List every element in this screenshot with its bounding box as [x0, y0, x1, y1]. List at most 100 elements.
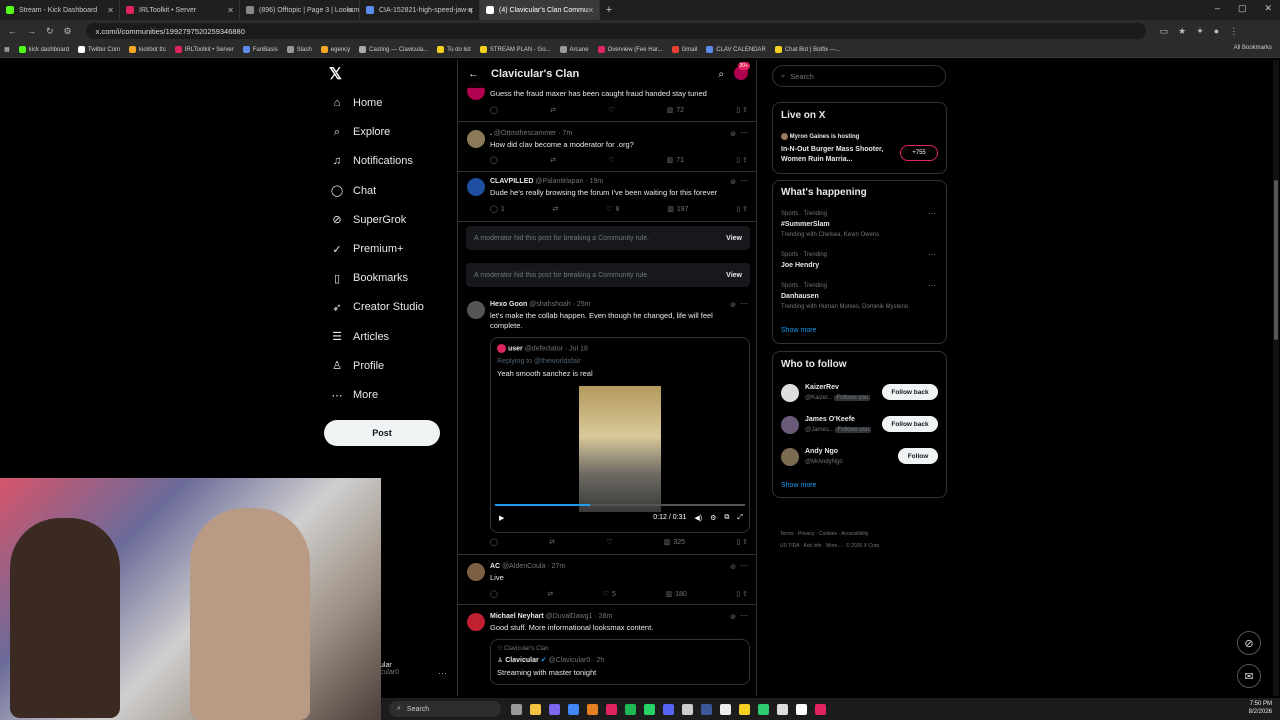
close-tab-icon[interactable]: ✕ — [107, 6, 114, 15]
nav-item-notifications[interactable]: ♫ Notifications — [330, 154, 413, 168]
forward-icon[interactable]: → — [27, 26, 36, 37]
maximize-icon[interactable]: ▢ — [1238, 3, 1247, 14]
nav-item-more[interactable]: ⋯ More — [330, 388, 379, 402]
grok-icon[interactable]: ⊘ — [1237, 631, 1261, 655]
quoted-tweet[interactable]: user @defectator · Jul 18 Replying to @t… — [490, 337, 750, 533]
avatar[interactable] — [467, 613, 485, 631]
account-switcher[interactable]: ular cular0 — [380, 662, 399, 676]
bookmark-item[interactable]: Arcane — [559, 46, 589, 53]
nav-item-chat[interactable]: ◯ Chat — [330, 184, 376, 198]
post-button[interactable]: Post — [324, 420, 440, 446]
close-window-icon[interactable]: ✕ — [1264, 3, 1272, 14]
avatar[interactable] — [467, 178, 485, 196]
avatar[interactable] — [467, 130, 485, 148]
app-icon[interactable] — [606, 703, 617, 715]
more-icon[interactable]: ⋯ — [740, 299, 748, 308]
fullscreen-icon[interactable]: ⤢ — [737, 514, 743, 522]
mute-icon[interactable]: ◀) — [694, 514, 702, 522]
tab-offtopic[interactable]: (896) Offtopic | Page 3 | Looksm ✕ — [240, 0, 360, 20]
discord-icon[interactable] — [663, 703, 674, 715]
views-icon[interactable]: ▥ 197 — [667, 205, 688, 214]
views-icon[interactable]: ▥ 72 — [667, 106, 684, 115]
site-info-icon[interactable]: ⚙ — [64, 26, 72, 37]
grok-icon[interactable]: ⊘ — [730, 301, 736, 309]
retweet-icon[interactable]: ⇄ — [550, 156, 556, 164]
system-clock[interactable]: 7:50 PM 8/2/2026 — [1249, 700, 1272, 716]
quoted-tweet[interactable]: ⚇ Clavicular's Clan ♟ Clavicular ✔ @Clav… — [490, 639, 750, 685]
reply-icon[interactable]: ◯ — [490, 156, 498, 164]
footer-links[interactable]: US TIDA · Ads info · More... · © 2026 X … — [780, 543, 881, 549]
bookmark-icon[interactable]: ▯ ⇪ — [736, 590, 748, 598]
grok-icon[interactable]: ⊘ — [730, 130, 736, 138]
grok-icon[interactable]: ⊘ — [730, 613, 736, 621]
grok-icon[interactable]: ⊘ — [730, 178, 736, 186]
retweet-icon[interactable]: ⇄ — [550, 106, 556, 114]
back-arrow-icon[interactable]: ← — [468, 68, 479, 80]
like-icon[interactable]: ♡ — [606, 538, 612, 546]
menu-icon[interactable]: ⋮ — [1229, 26, 1238, 37]
grok-icon[interactable]: ⊘ — [730, 563, 736, 571]
cast-icon[interactable]: ▭ — [1160, 26, 1169, 37]
bookmark-item[interactable]: Chat Bot | Botfix —... — [774, 46, 841, 53]
close-tab-icon[interactable]: ✕ — [227, 6, 234, 15]
bookmark-item[interactable]: kick dashboard — [18, 46, 69, 53]
views-icon[interactable]: ▥ 180 — [665, 590, 686, 599]
reply-icon[interactable]: ◯ 1 — [490, 205, 505, 214]
settings-icon[interactable]: ⚙ — [710, 514, 716, 522]
app-icon[interactable] — [720, 703, 731, 715]
scrollbar[interactable] — [1273, 60, 1279, 696]
nav-item-supergrok[interactable]: ⊘ SuperGrok — [330, 213, 406, 227]
bookmark-item[interactable]: Slash — [286, 46, 312, 53]
live-space-title[interactable]: In-N-Out Burger Mass Shooter, Women Ruin… — [781, 145, 891, 165]
account-more-icon[interactable]: ⋯ — [438, 668, 447, 679]
more-icon[interactable]: ⋯ — [928, 250, 936, 259]
app-icon[interactable] — [815, 703, 826, 715]
follow-back-button[interactable]: Follow back — [882, 416, 938, 432]
reply-icon[interactable]: ◯ — [490, 590, 498, 598]
more-icon[interactable]: ⋯ — [740, 176, 748, 185]
bookmark-item[interactable]: FanBasis — [242, 46, 278, 53]
tweet[interactable]: Hexo Goon @shahshoah · 25m ⊘ ⋯ let's mak… — [458, 293, 756, 555]
url-field[interactable]: x.com/i/communities/1992797520259346880 — [85, 23, 1146, 39]
avatar[interactable] — [781, 448, 799, 466]
retweet-icon[interactable]: ⇄ — [547, 590, 553, 598]
nav-item-articles[interactable]: ☰ Articles — [330, 330, 389, 344]
show-more-link[interactable]: Show more — [781, 482, 816, 489]
bookmark-item[interactable]: Overview (Fee Har... — [597, 46, 663, 53]
bookmark-item[interactable]: Gmail — [671, 46, 697, 53]
tweet[interactable]: AC @AldenCoula · 27m ⊘ ⋯ Live ◯ ⇄ ♡ 5 ▥ 180… — [458, 555, 756, 605]
live-listener-count[interactable]: +755 — [900, 145, 938, 161]
x-logo-icon[interactable]: 𝕏 — [329, 64, 342, 84]
close-tab-icon[interactable]: ✕ — [347, 6, 354, 15]
close-tab-icon[interactable]: ✕ — [587, 6, 594, 15]
tweet[interactable]: CLAVPILLED @Palantirlapan · 19m ⊘ ⋯ Dude… — [458, 172, 756, 222]
extensions-icon[interactable]: ✦ — [1196, 26, 1204, 37]
more-icon[interactable]: ⋯ — [928, 209, 936, 218]
more-icon[interactable]: ⋯ — [740, 611, 748, 620]
like-icon[interactable]: ♡ — [608, 156, 614, 164]
app-icon[interactable] — [777, 703, 788, 715]
app-icon[interactable] — [587, 703, 598, 715]
file-explorer-icon[interactable] — [530, 703, 541, 715]
avatar[interactable] — [467, 563, 485, 581]
app-icon[interactable] — [701, 703, 712, 715]
tab-irltoolkit[interactable]: IRLToolkit • Server ✕ — [120, 0, 240, 20]
tab-cia[interactable]: CIA-152821-high-speed-jaw-q ✕ — [360, 0, 480, 20]
nav-item-profile[interactable]: ♙ Profile — [330, 359, 384, 373]
footer-links[interactable]: Terms · Privacy · Cookies · Accessibilit… — [780, 531, 868, 537]
play-icon[interactable]: ▶ — [499, 514, 504, 522]
bookmark-item[interactable]: To do list — [437, 46, 471, 53]
avatar[interactable] — [781, 416, 799, 434]
bookmark-icon[interactable]: ▯ ⇪ — [736, 156, 748, 164]
views-icon[interactable]: ▥ 325 — [664, 538, 685, 547]
reply-icon[interactable]: ◯ — [490, 106, 498, 114]
spotify-icon[interactable] — [625, 703, 636, 715]
messages-icon[interactable]: ✉ — [1237, 664, 1261, 688]
new-tab-button[interactable]: + — [600, 4, 618, 16]
avatar[interactable] — [467, 301, 485, 319]
close-tab-icon[interactable]: ✕ — [467, 6, 474, 15]
tweet[interactable]: . @Ottosthescammer · 7m ⊘ ⋯ How did clav… — [458, 122, 756, 172]
view-hidden-button[interactable]: View — [726, 272, 742, 279]
back-icon[interactable]: ← — [8, 26, 17, 37]
app-icon[interactable] — [758, 703, 769, 715]
